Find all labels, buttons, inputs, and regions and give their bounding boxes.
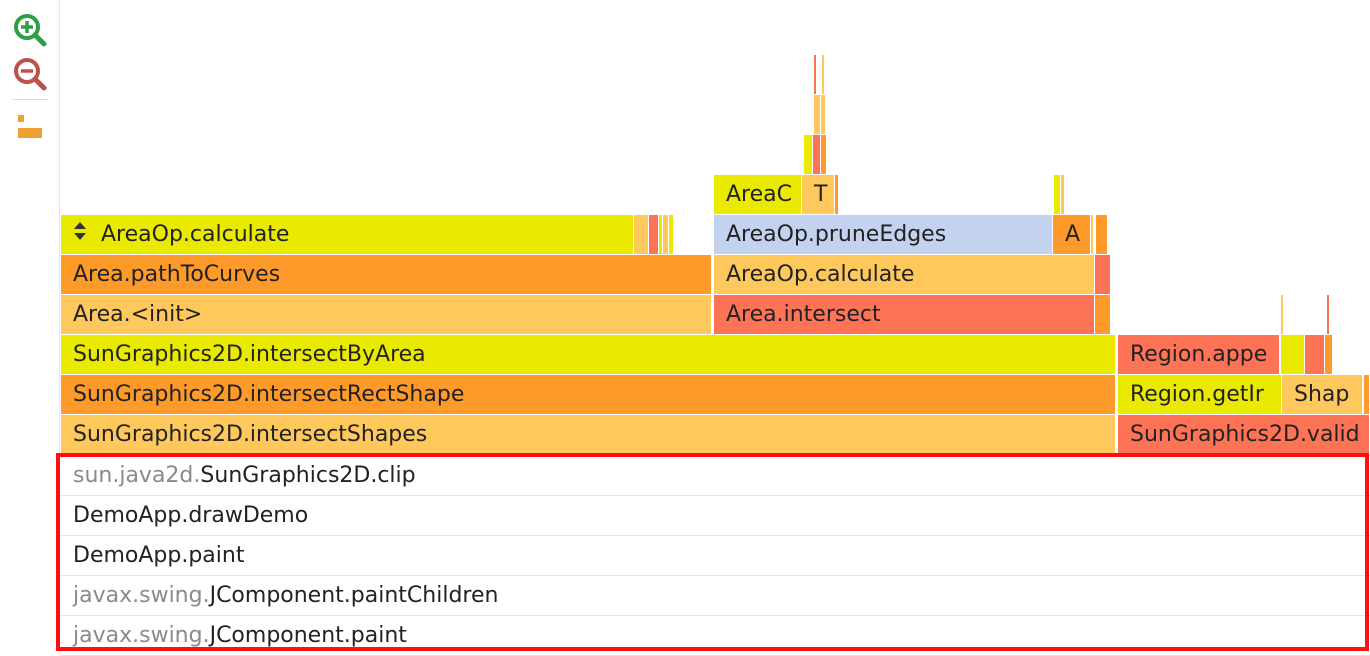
- frame-areaop-pruneedges[interactable]: AreaOp.pruneEdges: [714, 215, 1053, 254]
- frame-small[interactable]: [804, 135, 813, 174]
- zoom-out-button[interactable]: [12, 56, 48, 92]
- frame-small[interactable]: [1327, 295, 1330, 334]
- frame-small[interactable]: [649, 215, 659, 254]
- zoom-out-icon: [14, 58, 47, 91]
- layout-toggle-button[interactable]: [12, 110, 48, 146]
- frame-validate[interactable]: SunGraphics2D.valid: [1118, 415, 1370, 454]
- zoom-in-button[interactable]: [12, 12, 48, 48]
- frame-small[interactable]: [1054, 175, 1061, 214]
- frame-a[interactable]: A: [1053, 215, 1091, 254]
- frame-small[interactable]: [813, 135, 821, 174]
- frame-label: SunGraphics2D.valid: [1130, 422, 1360, 447]
- frame-small[interactable]: [814, 95, 821, 134]
- frame-small[interactable]: [1325, 335, 1333, 374]
- package-prefix: javax.swing.: [73, 623, 210, 648]
- method-name: JComponent.paint: [209, 623, 407, 648]
- stack-row-paint[interactable]: DemoApp.paint: [61, 536, 1370, 576]
- flame-layout-icon: [18, 115, 42, 138]
- frame-areac[interactable]: AreaC: [714, 175, 802, 214]
- frame-label: Area.<init>: [73, 302, 203, 327]
- frame-small[interactable]: [634, 215, 649, 254]
- method-name: SunGraphics2D.clip: [200, 463, 416, 488]
- toolbar: [0, 0, 60, 654]
- frame-region-get[interactable]: Region.getIr: [1118, 375, 1282, 414]
- method-name: DemoApp.drawDemo: [73, 503, 309, 528]
- frame-label: Area.pathToCurves: [73, 262, 281, 287]
- frame-label: SunGraphics2D.intersectShapes: [73, 422, 428, 447]
- frame-intersectbyarea[interactable]: SunGraphics2D.intersectByArea: [61, 335, 1116, 374]
- frame-label: AreaOp.calculate: [726, 262, 915, 287]
- expand-collapse-icon[interactable]: [73, 215, 87, 254]
- stack-row-clip[interactable]: sun.java2d.SunGraphics2D.clip: [61, 456, 1370, 496]
- frame-shap[interactable]: Shap: [1282, 375, 1363, 414]
- frame-areaop-calculate[interactable]: AreaOp.calculate: [714, 255, 1095, 294]
- frame-small[interactable]: [822, 55, 825, 94]
- frame-label: Area.intersect: [726, 302, 881, 327]
- package-prefix: sun.java2d.: [73, 463, 201, 488]
- frame-label: SunGraphics2D.intersectByArea: [73, 342, 426, 367]
- frame-small[interactable]: [1095, 255, 1111, 294]
- frame-label: AreaOp.calculate: [101, 222, 290, 247]
- frame-t[interactable]: T: [802, 175, 835, 214]
- package-prefix: javax.swing.: [73, 583, 210, 608]
- stack-row-paintchildren[interactable]: javax.swing.JComponent.paintChildren: [61, 576, 1370, 616]
- frame-small[interactable]: [1281, 335, 1305, 374]
- frame-small[interactable]: [1095, 295, 1111, 334]
- zoom-in-icon: [14, 14, 47, 47]
- frame-small[interactable]: [669, 215, 674, 254]
- frame-label: Region.getIr: [1130, 382, 1264, 407]
- frame-area-init[interactable]: Area.<init>: [61, 295, 712, 334]
- method-name: JComponent.paintChildren: [209, 583, 499, 608]
- stack-row-jcomponent-paint[interactable]: javax.swing.JComponent.paint: [61, 616, 1370, 656]
- frame-intersectshapes[interactable]: SunGraphics2D.intersectShapes: [61, 415, 1116, 454]
- frame-small[interactable]: [1091, 215, 1094, 254]
- frame-label: Shap: [1294, 382, 1350, 407]
- frame-small[interactable]: [821, 135, 827, 174]
- flame-graph: AreaOp.calculate AreaOp.pruneEdges A Are…: [61, 0, 1370, 656]
- frame-small[interactable]: [1364, 375, 1370, 414]
- frame-intersectrectshape[interactable]: SunGraphics2D.intersectRectShape: [61, 375, 1116, 414]
- frame-small[interactable]: [1061, 175, 1065, 214]
- frame-small[interactable]: [821, 95, 826, 134]
- frame-area-pathtocurves[interactable]: Area.pathToCurves: [61, 255, 712, 294]
- frame-label: AreaOp.pruneEdges: [726, 222, 947, 247]
- frame-region-appe[interactable]: Region.appe: [1118, 335, 1280, 374]
- frame-small[interactable]: [835, 175, 839, 214]
- toolbar-divider: [12, 99, 48, 100]
- frame-small[interactable]: [1305, 335, 1325, 374]
- frame-areaop-calculate-top[interactable]: AreaOp.calculate: [61, 215, 634, 254]
- frame-small[interactable]: [814, 55, 817, 94]
- frame-label: Region.appe: [1130, 342, 1268, 367]
- frame-small[interactable]: [1096, 215, 1108, 254]
- frame-label: T: [814, 182, 828, 207]
- stack-row-drawdemo[interactable]: DemoApp.drawDemo: [61, 496, 1370, 536]
- frame-small[interactable]: [1281, 295, 1284, 334]
- frame-label: A: [1065, 222, 1081, 247]
- frame-label: SunGraphics2D.intersectRectShape: [73, 382, 465, 407]
- frame-label: AreaC: [726, 182, 792, 207]
- method-name: DemoApp.paint: [73, 543, 245, 568]
- frame-area-intersect[interactable]: Area.intersect: [714, 295, 1095, 334]
